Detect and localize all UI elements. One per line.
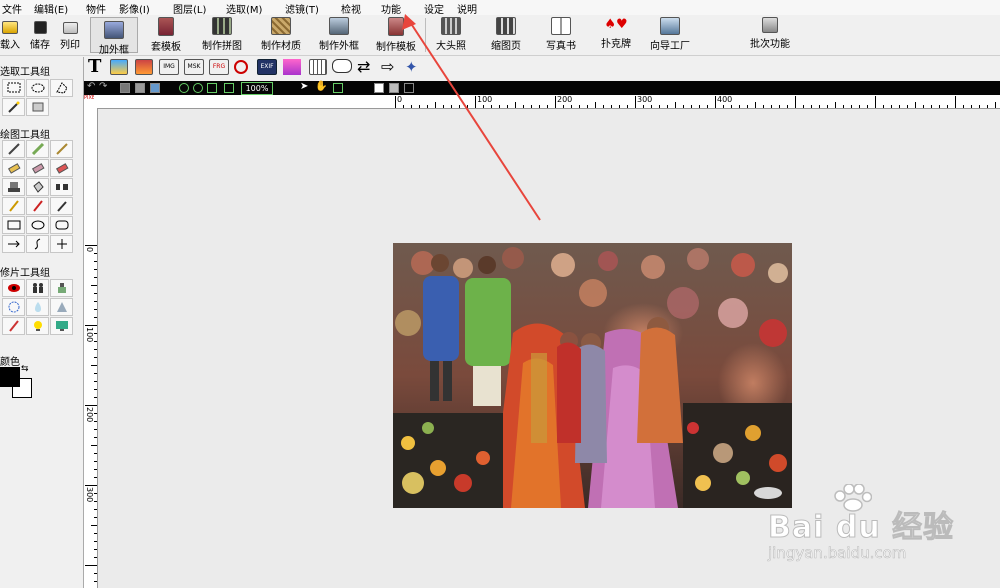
- watermark-brand: Bai du 经验: [767, 510, 955, 546]
- watermark-url: jingyan.baidu.com: [768, 544, 907, 563]
- baidu-watermark: Bai du 经验 jingyan.baidu.com: [767, 483, 988, 564]
